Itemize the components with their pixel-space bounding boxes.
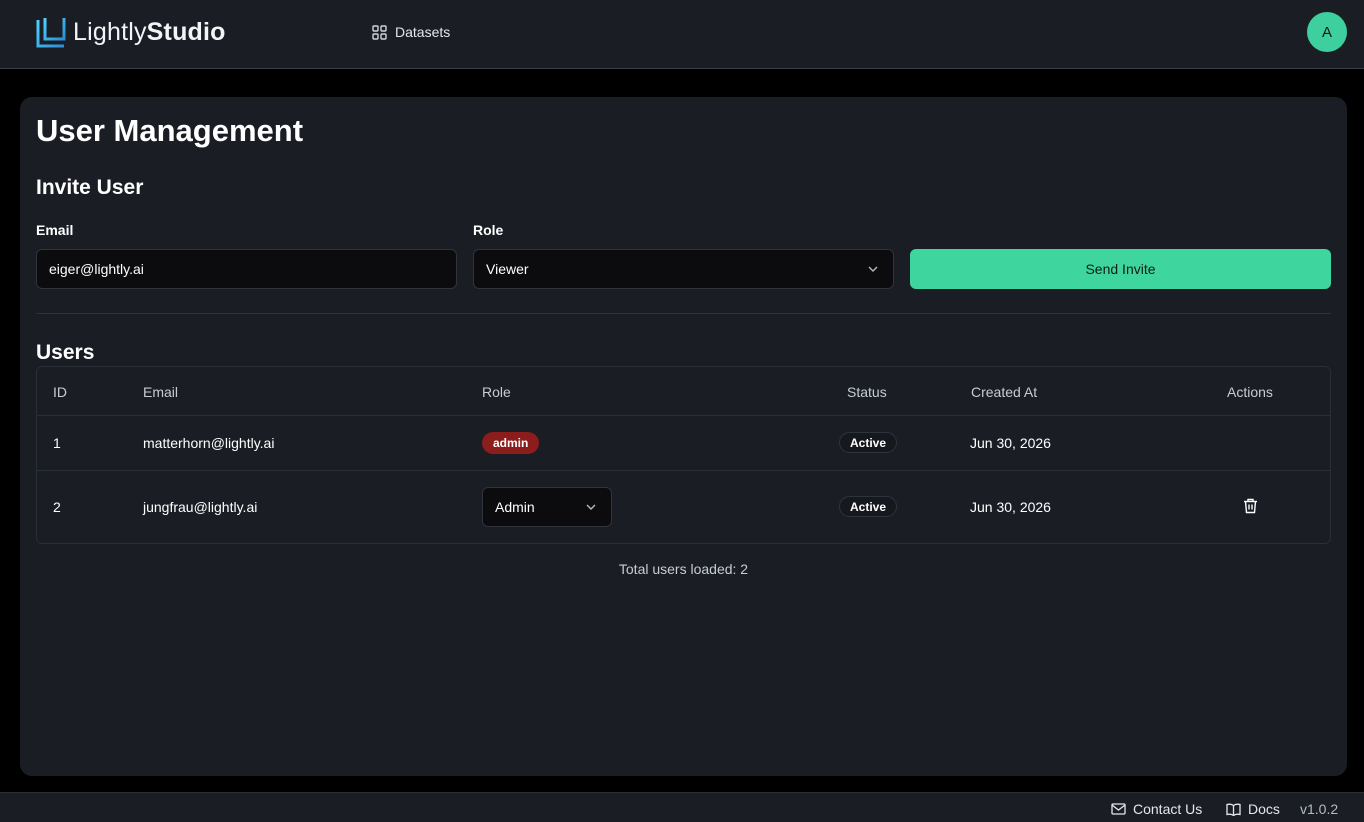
trash-icon[interactable]	[1243, 498, 1258, 514]
status-badge: Active	[839, 496, 898, 517]
app-logo[interactable]: LightlyStudio	[36, 16, 226, 48]
top-navigation-bar: LightlyStudio Datasets A	[0, 0, 1364, 69]
email-input-value: eiger@lightly.ai	[49, 261, 144, 277]
docs-label: Docs	[1248, 801, 1280, 817]
user-avatar[interactable]: A	[1307, 12, 1347, 52]
column-header-created-at: Created At	[971, 384, 1038, 400]
email-label: Email	[36, 222, 74, 238]
contact-us-label: Contact Us	[1133, 801, 1203, 817]
nav-datasets-link[interactable]: Datasets	[372, 22, 450, 42]
user-role-select-value: Admin	[495, 499, 535, 515]
version-label: v1.0.2	[1300, 801, 1339, 817]
cell-email: jungfrau@lightly.ai	[143, 499, 258, 515]
cell-id: 2	[53, 499, 61, 515]
docs-link[interactable]: Docs	[1226, 801, 1280, 817]
users-table: ID Email Role Status Created At Actions …	[36, 366, 1331, 544]
row-divider	[37, 470, 1330, 471]
role-badge: admin	[482, 432, 540, 454]
send-invite-button[interactable]: Send Invite	[910, 249, 1331, 289]
footer: Contact Us Docs v1.0.2	[0, 792, 1364, 822]
logo-text-light: Lightly	[73, 18, 147, 46]
cell-created-at: Jun 30, 2026	[970, 435, 1051, 451]
users-section-title: Users	[36, 341, 95, 364]
chevron-down-icon	[868, 266, 878, 272]
column-header-actions: Actions	[1227, 384, 1273, 400]
book-icon	[1226, 803, 1241, 816]
cell-id: 1	[53, 435, 61, 451]
role-label: Role	[473, 222, 504, 238]
role-select-value: Viewer	[486, 261, 529, 277]
section-divider	[36, 313, 1331, 314]
cell-email: matterhorn@lightly.ai	[143, 435, 275, 451]
logo-wordmark: LightlyStudio	[73, 16, 226, 48]
logo-text-bold: Studio	[146, 18, 226, 46]
chevron-down-icon	[586, 504, 596, 510]
column-header-role: Role	[482, 384, 511, 400]
total-users-text: Total users loaded: 2	[618, 561, 749, 577]
column-header-status: Status	[847, 384, 887, 400]
invite-section-title: Invite User	[36, 176, 144, 199]
role-select[interactable]: Viewer	[473, 249, 894, 289]
row-divider	[37, 415, 1330, 416]
status-badge: Active	[839, 432, 898, 453]
email-input[interactable]: eiger@lightly.ai	[36, 249, 457, 289]
column-header-id: ID	[53, 384, 67, 400]
page-title: User Management	[36, 113, 304, 148]
nav-datasets-label: Datasets	[395, 24, 451, 40]
mail-icon	[1111, 803, 1126, 815]
lightly-logo-icon	[36, 18, 66, 48]
cell-created-at: Jun 30, 2026	[970, 499, 1051, 515]
column-header-email: Email	[143, 384, 179, 400]
user-role-select[interactable]: Admin	[482, 487, 612, 527]
main-panel: User Management Invite User Email eiger@…	[20, 97, 1347, 776]
contact-us-link[interactable]: Contact Us	[1111, 801, 1202, 817]
grid-icon	[372, 24, 387, 40]
